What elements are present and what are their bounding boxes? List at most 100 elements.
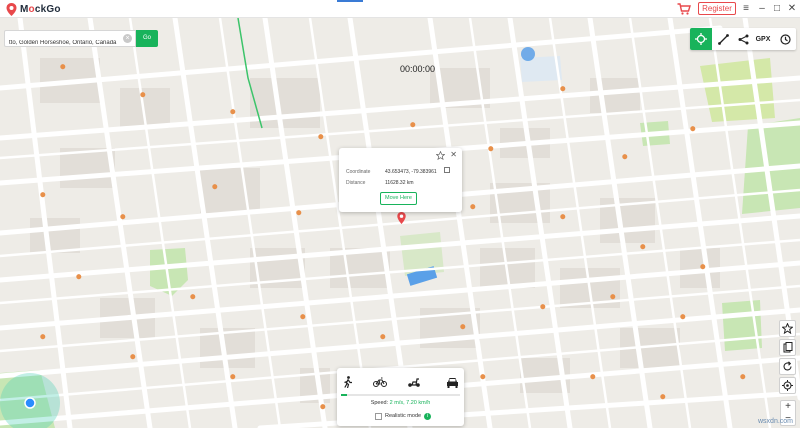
svg-text:⬤: ⬤ [230, 374, 236, 380]
svg-text:⬤: ⬤ [540, 304, 546, 310]
svg-text:⬤: ⬤ [212, 184, 218, 190]
scooter-icon [408, 378, 420, 387]
tab-indicator [337, 0, 363, 2]
car-mode-button[interactable] [443, 374, 461, 390]
speed-progress[interactable] [341, 394, 460, 396]
import-icon [783, 342, 792, 353]
location-pin-icon[interactable] [397, 212, 406, 224]
realistic-mode-row: Realistic mode i [375, 411, 432, 421]
svg-text:⬤: ⬤ [560, 214, 566, 220]
route-mode-button[interactable] [712, 28, 734, 50]
cart-icon[interactable] [677, 3, 691, 15]
svg-text:⬤: ⬤ [560, 86, 566, 92]
realistic-mode-label: Realistic mode [385, 413, 422, 419]
svg-text:⬤: ⬤ [320, 404, 326, 410]
svg-text:⬤: ⬤ [76, 274, 82, 280]
coordinate-value: 43.653473, -79.383961 [385, 169, 437, 175]
svg-text:⬤: ⬤ [690, 126, 696, 132]
svg-text:⬤: ⬤ [296, 210, 302, 216]
svg-text:⬤: ⬤ [380, 334, 386, 340]
locate-icon [782, 380, 793, 391]
search-bar: × [4, 30, 136, 51]
svg-text:⬤: ⬤ [700, 264, 706, 270]
movement-panel: Speed: 2 m/s, 7.20 km/h Realistic mode i [337, 368, 464, 426]
location-popup: ✕ Coordinate 43.653473, -79.383961 Dista… [339, 148, 462, 212]
reset-location-button[interactable] [779, 358, 796, 375]
locate-me-button[interactable] [779, 377, 796, 394]
share-button[interactable] [732, 28, 754, 50]
svg-text:⬤: ⬤ [300, 314, 306, 320]
reset-icon [783, 361, 792, 371]
coordinate-label: Coordinate [346, 169, 371, 175]
svg-text:⬤: ⬤ [120, 214, 126, 220]
map-canvas[interactable]: ⬤ ⬤ ⬤ ⬤ ⬤ ⬤ ⬤ ⬤ ⬤ ⬤ ⬤ ⬤ ⬤ ⬤ ⬤ ⬤ ⬤ ⬤ ⬤ ⬤ ⬤ ⬤ ⬤ ⬤ ⬤ ⬤ ⬤ ⬤ ⬤ ⬤ … [0, 18, 800, 428]
minimize-button[interactable]: – [756, 3, 768, 15]
go-button[interactable]: Go [136, 30, 158, 47]
scooter-mode-button[interactable] [405, 374, 423, 390]
svg-text:⬤: ⬤ [610, 294, 616, 300]
star-icon[interactable] [436, 151, 445, 160]
move-here-button[interactable]: Move Here [380, 192, 417, 205]
gpx-import-button[interactable]: GPX [752, 28, 774, 50]
speed-value: 2 m/s, 7.20 km/h [389, 400, 431, 406]
register-button[interactable]: Register [698, 2, 736, 15]
svg-text:⬤: ⬤ [130, 354, 136, 360]
svg-text:⬤: ⬤ [460, 324, 466, 330]
favorite-icon [782, 323, 793, 334]
svg-text:⬤: ⬤ [230, 109, 236, 115]
svg-text:⬤: ⬤ [190, 294, 196, 300]
menu-icon[interactable]: ≡ [740, 3, 752, 15]
current-location-marker [521, 47, 535, 61]
search-input[interactable] [5, 35, 123, 51]
clear-search-button[interactable]: × [123, 34, 132, 43]
svg-text:⬤: ⬤ [590, 374, 596, 380]
distance-value: 11628.32 km [385, 180, 414, 186]
car-icon [446, 377, 458, 388]
zoom-in-button[interactable]: + [781, 401, 795, 413]
speed-label: Speed: [370, 400, 389, 406]
svg-text:⬤: ⬤ [60, 64, 66, 70]
history-icon [779, 33, 791, 45]
crosshair-icon [695, 33, 707, 45]
mode-toolbar: GPX [690, 28, 796, 50]
svg-text:⬤: ⬤ [410, 122, 416, 128]
svg-text:⬤: ⬤ [680, 314, 686, 320]
svg-text:⬤: ⬤ [480, 374, 486, 380]
route-icon [717, 33, 729, 45]
close-window-button[interactable]: ✕ [786, 3, 798, 15]
import-button[interactable] [779, 339, 796, 356]
close-popup-button[interactable]: ✕ [450, 150, 457, 160]
maximize-button[interactable]: □ [771, 3, 783, 15]
info-icon[interactable]: i [424, 412, 432, 420]
bike-mode-button[interactable] [371, 374, 389, 390]
svg-text:⬤: ⬤ [622, 154, 628, 160]
distance-label: Distance [346, 180, 366, 186]
mockgo-logo-icon [6, 2, 17, 16]
svg-text:⬤: ⬤ [318, 134, 324, 140]
walk-icon [344, 376, 352, 388]
app-logo: MockGo [6, 2, 61, 16]
copy-icon[interactable] [444, 167, 450, 173]
timer-display: 00:00:00 [400, 64, 436, 74]
history-button[interactable] [774, 28, 796, 50]
svg-text:⬤: ⬤ [488, 146, 494, 152]
movement-modes [337, 372, 464, 392]
svg-text:⬤: ⬤ [640, 244, 646, 250]
teleport-mode-button[interactable] [690, 28, 712, 50]
svg-text:⬤: ⬤ [470, 204, 476, 210]
svg-text:⬤: ⬤ [40, 192, 46, 198]
realistic-mode-checkbox[interactable] [375, 412, 382, 420]
app-name: MockGo [20, 3, 61, 15]
svg-text:⬤: ⬤ [40, 334, 46, 340]
favorites-button[interactable] [779, 320, 796, 337]
gpx-label: GPX [755, 35, 771, 43]
watermark: wsxdn.com [758, 418, 794, 425]
bike-icon [373, 377, 387, 387]
walk-mode-button[interactable] [339, 374, 357, 390]
title-bar: MockGo Register ≡ – □ ✕ [0, 0, 800, 18]
svg-text:⬤: ⬤ [740, 374, 746, 380]
svg-text:⬤: ⬤ [660, 394, 666, 400]
speed-readout: Speed: 2 m/s, 7.20 km/h [337, 400, 464, 406]
share-icon [738, 34, 748, 44]
svg-text:⬤: ⬤ [140, 92, 146, 98]
